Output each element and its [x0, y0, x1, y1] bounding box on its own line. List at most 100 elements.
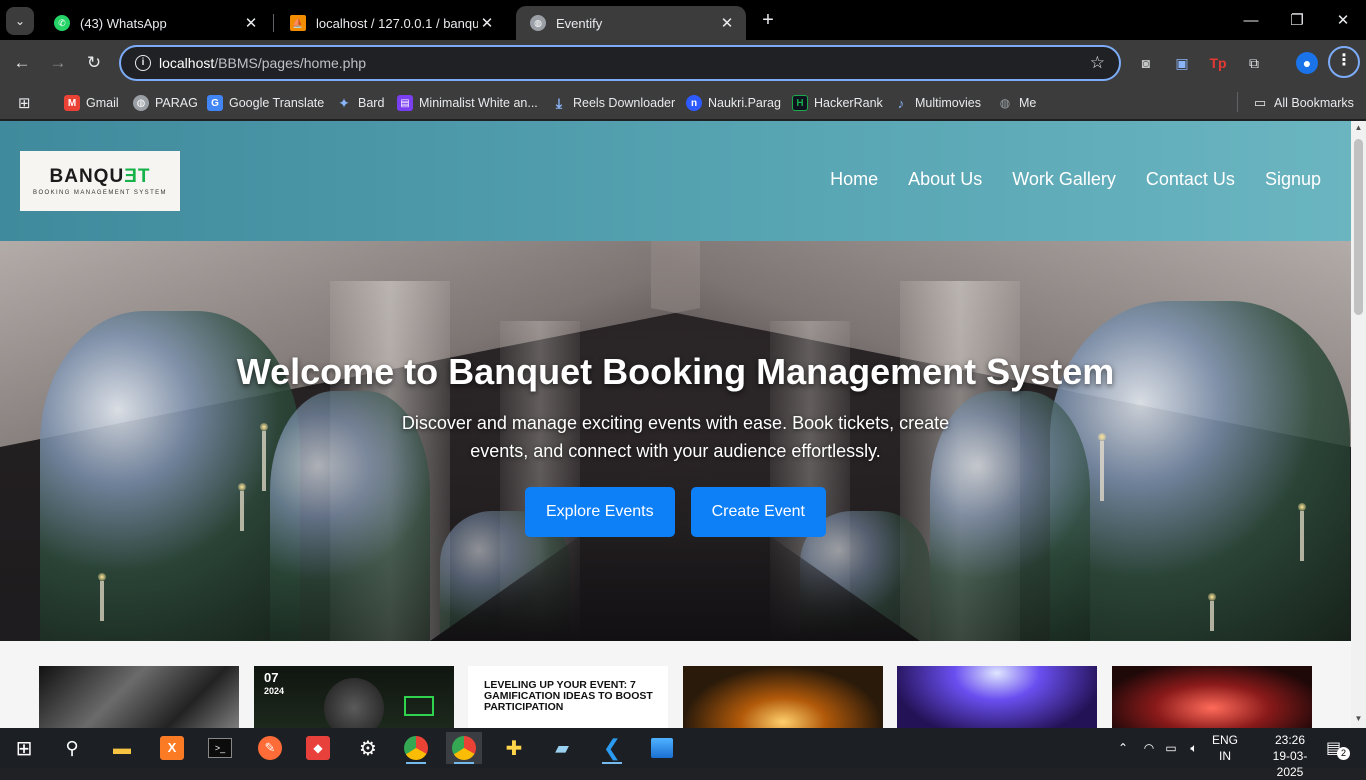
- tab-close-icon[interactable]: ✕: [242, 14, 260, 32]
- template-icon: ▤: [397, 95, 413, 111]
- event-card[interactable]: [683, 666, 883, 728]
- nav-about-us[interactable]: About Us: [908, 169, 982, 190]
- notepad-icon[interactable]: ▰: [544, 732, 580, 764]
- xampp-icon[interactable]: X: [160, 736, 184, 760]
- nav-signup[interactable]: Signup: [1265, 169, 1321, 190]
- terminal-icon[interactable]: >_: [208, 738, 232, 758]
- tab-eventify[interactable]: ◍ Eventify ✕: [516, 6, 746, 40]
- new-tab-button[interactable]: +: [756, 8, 780, 32]
- hero-candle: [98, 573, 106, 621]
- tab-search-chevron-icon[interactable]: ⌄: [6, 7, 34, 35]
- apps-grid-icon[interactable]: ⊞: [18, 93, 31, 113]
- scroll-up-arrow-icon[interactable]: ▲: [1351, 123, 1366, 135]
- event-card[interactable]: [39, 666, 239, 728]
- bookmark-reels-downloader[interactable]: ⤓ Reels Downloader: [551, 93, 675, 113]
- create-event-button[interactable]: Create Event: [690, 487, 826, 537]
- photos-icon[interactable]: [651, 738, 673, 758]
- windows-start-icon[interactable]: ⊞: [6, 732, 42, 764]
- minimize-icon[interactable]: —: [1228, 0, 1274, 40]
- explore-events-button[interactable]: Explore Events: [525, 487, 675, 537]
- file-explorer-icon[interactable]: ▬: [104, 732, 140, 764]
- bookmark-hackerrank[interactable]: H HackerRank: [792, 93, 883, 113]
- close-window-icon[interactable]: ✕: [1320, 0, 1366, 40]
- bookmark-parag[interactable]: ◍ PARAG: [133, 93, 198, 113]
- bookmark-bard[interactable]: ✦ Bard: [336, 93, 384, 113]
- bell-icon: ♪: [897, 95, 905, 111]
- all-bookmarks-folder[interactable]: ▭ All Bookmarks: [1252, 93, 1354, 113]
- bookmark-label: Reels Downloader: [573, 96, 676, 110]
- bookmark-star-icon[interactable]: ☆: [1090, 53, 1105, 73]
- hero-section: Welcome to Banquet Booking Management Sy…: [0, 241, 1351, 641]
- wifi-icon[interactable]: ◠: [1140, 728, 1158, 768]
- forward-arrow-icon[interactable]: →: [45, 50, 71, 76]
- tab-whatsapp[interactable]: ✆ (43) WhatsApp ✕: [40, 6, 270, 40]
- hero-actions: Explore Events Create Event: [0, 487, 1351, 537]
- bookmarks-divider: [1237, 92, 1238, 112]
- bookmark-label: Minimalist White an...: [419, 96, 538, 110]
- nav-work-gallery[interactable]: Work Gallery: [1012, 169, 1116, 190]
- profile-avatar-icon[interactable]: ●: [1296, 52, 1318, 74]
- chrome-profile-icon[interactable]: [452, 736, 476, 760]
- phpmyadmin-icon: ⛵: [290, 15, 306, 31]
- tp-extension-icon[interactable]: Tp: [1207, 52, 1229, 74]
- settings-gear-icon[interactable]: ⚙: [350, 732, 386, 764]
- back-arrow-icon[interactable]: ←: [9, 50, 35, 76]
- tab-title: (43) WhatsApp: [80, 15, 167, 31]
- battery-icon[interactable]: ▭: [1162, 728, 1180, 768]
- camera-extension-icon[interactable]: ◙: [1135, 52, 1157, 74]
- address-bar[interactable]: i localhost /BBMS/pages/home.php ☆: [119, 45, 1121, 81]
- site-nav: Home About Us Work Gallery Contact Us Si…: [830, 169, 1321, 190]
- bookmark-label: HackerRank: [814, 96, 883, 110]
- event-card[interactable]: [1112, 666, 1312, 728]
- reload-icon[interactable]: ↻: [81, 50, 107, 76]
- sparkle-icon: ✦: [338, 94, 350, 111]
- tab-close-icon[interactable]: ✕: [478, 14, 496, 32]
- globe-icon: ◍: [133, 95, 149, 111]
- bookmark-label: Google Translate: [229, 96, 325, 110]
- hero-candle: [1208, 593, 1216, 631]
- notification-center-icon[interactable]: ▤ 2: [1322, 728, 1354, 768]
- naukri-icon: n: [686, 95, 702, 111]
- event-card[interactable]: [897, 666, 1097, 728]
- page-scrollbar[interactable]: ▲ ▼: [1351, 121, 1366, 728]
- screen-record-extension-icon[interactable]: ▣: [1171, 52, 1193, 74]
- search-icon[interactable]: ⚲: [54, 732, 90, 764]
- bookmark-multimovies[interactable]: ♪ Multimovies: [893, 93, 981, 113]
- bookmark-naukri[interactable]: n Naukri.Parag: [686, 93, 781, 113]
- scroll-thumb[interactable]: [1354, 139, 1363, 315]
- whatsapp-icon: ✆: [54, 15, 70, 31]
- chrome-icon[interactable]: [404, 736, 428, 760]
- volume-icon[interactable]: 🔈︎: [1184, 728, 1204, 768]
- bookmark-minimalist[interactable]: ▤ Minimalist White an...: [397, 93, 538, 113]
- site-logo[interactable]: BANQUƎT BOOKING MANAGEMENT SYSTEM: [20, 151, 180, 211]
- tray-expand-chevron-icon[interactable]: ⌃: [1114, 728, 1132, 768]
- nav-contact-us[interactable]: Contact Us: [1146, 169, 1235, 190]
- more-menu-icon[interactable]: ⋮: [1328, 46, 1360, 78]
- bookmark-gmail[interactable]: M Gmail: [64, 93, 119, 113]
- nav-home[interactable]: Home: [830, 169, 878, 190]
- site-info-icon[interactable]: i: [135, 55, 151, 71]
- vscode-icon[interactable]: ❮: [603, 735, 621, 761]
- gmail-icon: M: [64, 95, 80, 111]
- restore-icon[interactable]: ❐: [1274, 0, 1320, 40]
- bookmark-me[interactable]: ◍ Me: [997, 93, 1037, 113]
- anydesk-icon[interactable]: ◆: [306, 736, 330, 760]
- postman-icon[interactable]: ✎: [258, 736, 282, 760]
- site-header: BANQUƎT BOOKING MANAGEMENT SYSTEM Home A…: [0, 121, 1351, 241]
- bookmark-label: All Bookmarks: [1274, 96, 1354, 110]
- bookmark-label: Multimovies: [915, 96, 981, 110]
- language-indicator[interactable]: ENG IN: [1210, 732, 1240, 764]
- tab-close-icon[interactable]: ✕: [718, 14, 736, 32]
- scroll-down-arrow-icon[interactable]: ▼: [1351, 714, 1366, 726]
- extensions-puzzle-icon[interactable]: ⧉: [1243, 52, 1265, 74]
- event-card[interactable]: 07 2024: [254, 666, 454, 728]
- event-card-date: 07 2024: [264, 670, 285, 696]
- bookmark-label: Gmail: [86, 96, 119, 110]
- app-plus-icon[interactable]: ✚: [496, 732, 532, 764]
- bookmark-google-translate[interactable]: G Google Translate: [207, 93, 324, 113]
- event-card[interactable]: LEVELING UP YOUR EVENT: 7 GAMIFICATION I…: [468, 666, 668, 728]
- bookmarks-bar: ⊞ M Gmail ◍ PARAG G Google Translate ✦ Bard …: [0, 86, 1366, 120]
- notification-count-badge: 2: [1337, 746, 1351, 760]
- tab-phpmyadmin[interactable]: ⛵ localhost / 127.0.0.1 / banquet_ ✕: [276, 6, 506, 40]
- system-clock[interactable]: 23:26 19-03-2025: [1262, 732, 1318, 780]
